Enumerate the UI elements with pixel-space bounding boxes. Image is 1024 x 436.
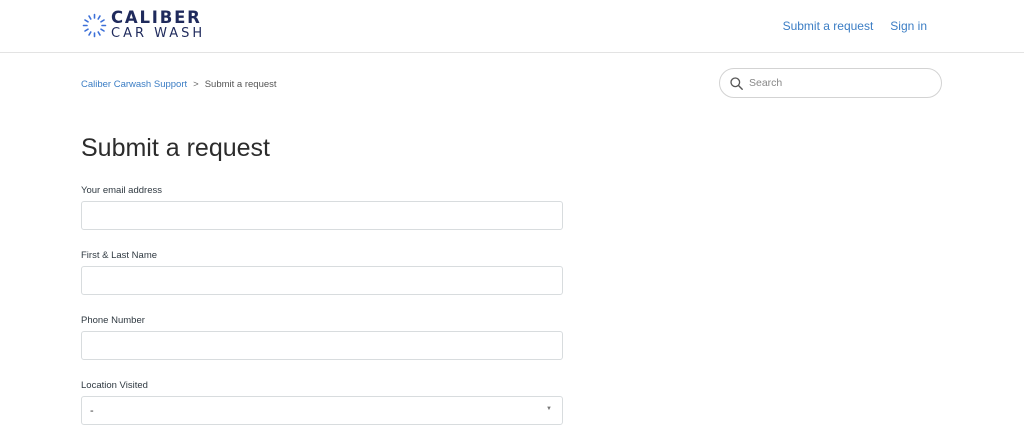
phone-field[interactable]: [81, 331, 563, 360]
location-select[interactable]: - ▼: [81, 396, 563, 425]
location-selected-value: -: [90, 404, 94, 417]
chevron-down-icon: ▼: [546, 406, 552, 412]
name-label: First & Last Name: [81, 250, 158, 261]
breadcrumb-separator: >: [193, 79, 199, 90]
phone-label: Phone Number: [81, 315, 145, 326]
search-icon: [730, 76, 743, 90]
phone-field-group: Phone Number: [81, 315, 563, 360]
search-input[interactable]: [749, 77, 929, 89]
name-field[interactable]: [81, 266, 563, 295]
nav-submit-request-link[interactable]: Submit a request: [783, 19, 874, 33]
logo-wordmark: CALIBER CAR WASH: [111, 7, 206, 42]
logo-line-1: CALIBER: [111, 7, 202, 27]
breadcrumb-root-link[interactable]: Caliber Carwash Support: [81, 79, 187, 90]
logo-line-2: CAR WASH: [111, 26, 206, 42]
location-label: Location Visited: [81, 380, 148, 391]
search-box[interactable]: [719, 68, 942, 98]
breadcrumb-current: Submit a request: [204, 79, 277, 90]
location-field-group: Location Visited - ▼: [81, 380, 563, 425]
sunburst-logo-icon: [82, 13, 107, 37]
email-field-group: Your email address: [81, 185, 563, 230]
caliber-logo[interactable]: CALIBER CAR WASH: [82, 9, 217, 41]
email-label: Your email address: [81, 185, 162, 196]
site-header: CALIBER CAR WASH Submit a request Sign i…: [0, 0, 1024, 53]
header-nav: Submit a request Sign in: [783, 19, 927, 33]
page-title: Submit a request: [81, 134, 270, 162]
email-field[interactable]: [81, 201, 563, 230]
request-form: Your email address First & Last Name Pho…: [81, 185, 563, 425]
name-field-group: First & Last Name: [81, 250, 563, 295]
breadcrumb: Caliber Carwash Support > Submit a reque…: [81, 79, 277, 90]
nav-sign-in-link[interactable]: Sign in: [890, 19, 927, 33]
